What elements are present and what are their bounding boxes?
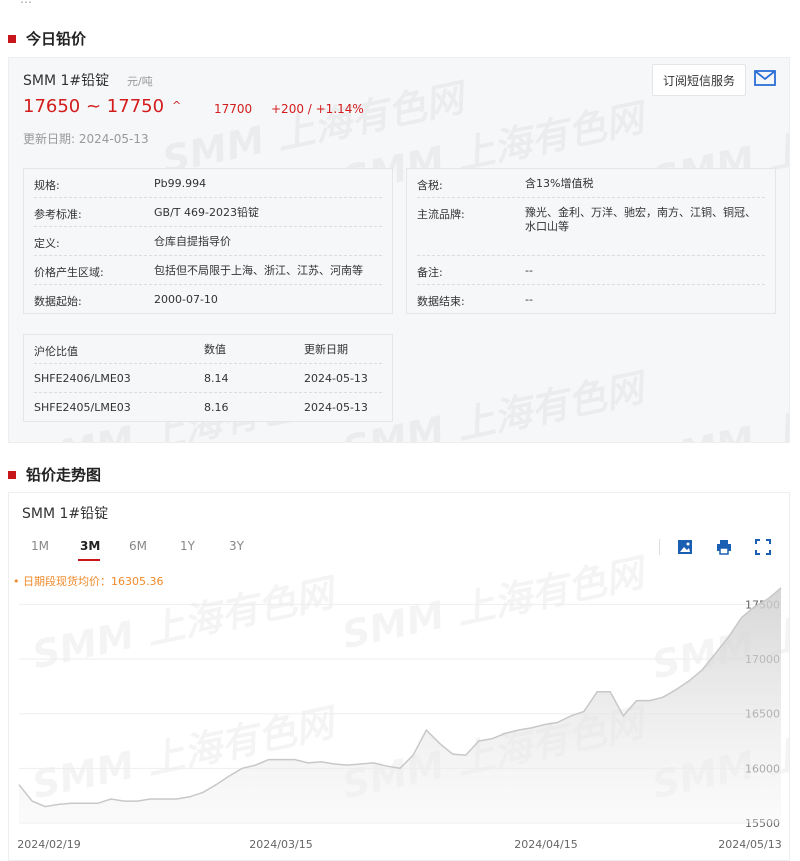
info-row: 定义: 仓库自提指导价 — [34, 227, 382, 256]
update-date: 更新日期: 2024-05-13 — [23, 130, 149, 147]
breadcrumb-fragment: … — [20, 0, 32, 6]
info-value: GB/T 469-2023铅锭 — [154, 206, 259, 219]
update-value: 2024-05-13 — [78, 132, 149, 146]
table-cell: SHFE2405/LME03 — [34, 401, 131, 414]
top-breadcrumb-cut: … — [0, 0, 800, 6]
spec-info-box-right: 含税: 含13%增值税 主流品牌: 豫光、金利、万洋、驰宏，南方、江铜、铜冠、水… — [406, 168, 776, 314]
table-cell: 2024-05-13 — [304, 401, 368, 414]
info-row: 主流品牌: 豫光、金利、万洋、驰宏，南方、江铜、铜冠、水口山等 — [417, 198, 765, 256]
info-value: -- — [525, 293, 533, 306]
table-row: SHFE2405/LME03 8.16 2024-05-13 — [34, 393, 382, 422]
price-trend-chart: 15500160001650017000175002024/02/192024/… — [17, 587, 782, 851]
info-row: 备注: -- — [417, 256, 765, 285]
up-arrow-icon: ^ — [172, 99, 182, 112]
mail-icon[interactable] — [754, 70, 776, 86]
product-name: SMM 1#铅锭 — [23, 73, 110, 89]
info-key: 数据结束: — [417, 295, 465, 308]
watermark: SMM 上海有色网 — [157, 67, 468, 184]
trend-chart-panel: SMM 1#铅锭 1M 3M 6M 1Y 3Y • 日期段现货均价：16305.… — [8, 492, 790, 861]
table-row: SHFE2406/LME03 8.14 2024-05-13 — [34, 364, 382, 393]
info-value: 豫光、金利、万洋、驰宏，南方、江铜、铜冠、水口山等 — [525, 206, 756, 233]
table-cell: 8.16 — [204, 401, 229, 414]
price-area-fill — [19, 588, 781, 823]
info-key: 价格产生区域: — [34, 266, 104, 279]
info-row: 数据起始: 2000-07-10 — [34, 285, 382, 314]
info-value: Pb99.994 — [154, 177, 207, 190]
x-tick-label: 2024/03/15 — [249, 838, 312, 851]
info-key: 参考标准: — [34, 208, 82, 221]
info-row: 参考标准: GB/T 469-2023铅锭 — [34, 198, 382, 227]
section-marker — [8, 470, 16, 479]
price-change: +200 / +1.14% — [271, 102, 364, 116]
table-cell: 2024-05-13 — [304, 372, 368, 385]
price-panel: SMM 上海有色网 SMM 上海有色网 SMM 上海有色网 SMM 上海有色网 … — [8, 57, 790, 443]
subscribe-sms-button[interactable]: 订阅短信服务 — [652, 64, 746, 96]
info-value: 2000-07-10 — [154, 293, 218, 306]
section-title-today-price: 今日铅价 — [8, 28, 86, 49]
info-key: 数据起始: — [34, 295, 82, 308]
info-key: 主流品牌: — [417, 208, 465, 221]
price-range: 17650 ~ 17750 — [23, 96, 165, 117]
x-tick-label: 2024/04/15 — [514, 838, 577, 851]
table-header-row: 沪伦比值 数值 更新日期 — [34, 335, 382, 364]
info-key: 定义: — [34, 237, 60, 250]
section-title-text: 铅价走势图 — [26, 466, 102, 484]
info-row: 价格产生区域: 包括但不局限于上海、浙江、江苏、河南等 — [34, 256, 382, 285]
section-marker — [8, 34, 16, 43]
spec-info-box-left: 规格: Pb99.994 参考标准: GB/T 469-2023铅锭 定义: 仓… — [23, 168, 393, 314]
table-header: 数值 — [204, 343, 226, 356]
info-value: 含13%增值税 — [525, 177, 594, 190]
info-row: 数据结束: -- — [417, 285, 765, 314]
table-header: 沪伦比值 — [34, 345, 78, 358]
price-average: 17700 — [214, 102, 253, 116]
info-row: 含税: 含13%增值税 — [417, 169, 765, 198]
info-value: 仓库自提指导价 — [154, 235, 231, 248]
info-key: 备注: — [417, 266, 443, 279]
ratio-table: 沪伦比值 数值 更新日期 SHFE2406/LME03 8.14 2024-05… — [23, 334, 393, 422]
info-key: 规格: — [34, 179, 60, 192]
info-value: 包括但不局限于上海、浙江、江苏、河南等 — [154, 264, 363, 277]
x-tick-label: 2024/02/19 — [17, 838, 80, 851]
section-title-text: 今日铅价 — [26, 30, 87, 48]
table-cell: 8.14 — [204, 372, 229, 385]
table-header: 更新日期 — [304, 343, 348, 356]
watermark: SMM 上海有色网 — [647, 367, 789, 442]
update-label: 更新日期: — [23, 132, 76, 146]
table-cell: SHFE2406/LME03 — [34, 372, 131, 385]
section-title-price-trend: 铅价走势图 — [8, 464, 101, 485]
info-key: 含税: — [417, 179, 443, 192]
info-row: 规格: Pb99.994 — [34, 169, 382, 198]
info-value: -- — [525, 264, 533, 277]
x-tick-label: 2024/05/13 — [718, 838, 781, 851]
product-unit: 元/吨 — [127, 75, 153, 88]
